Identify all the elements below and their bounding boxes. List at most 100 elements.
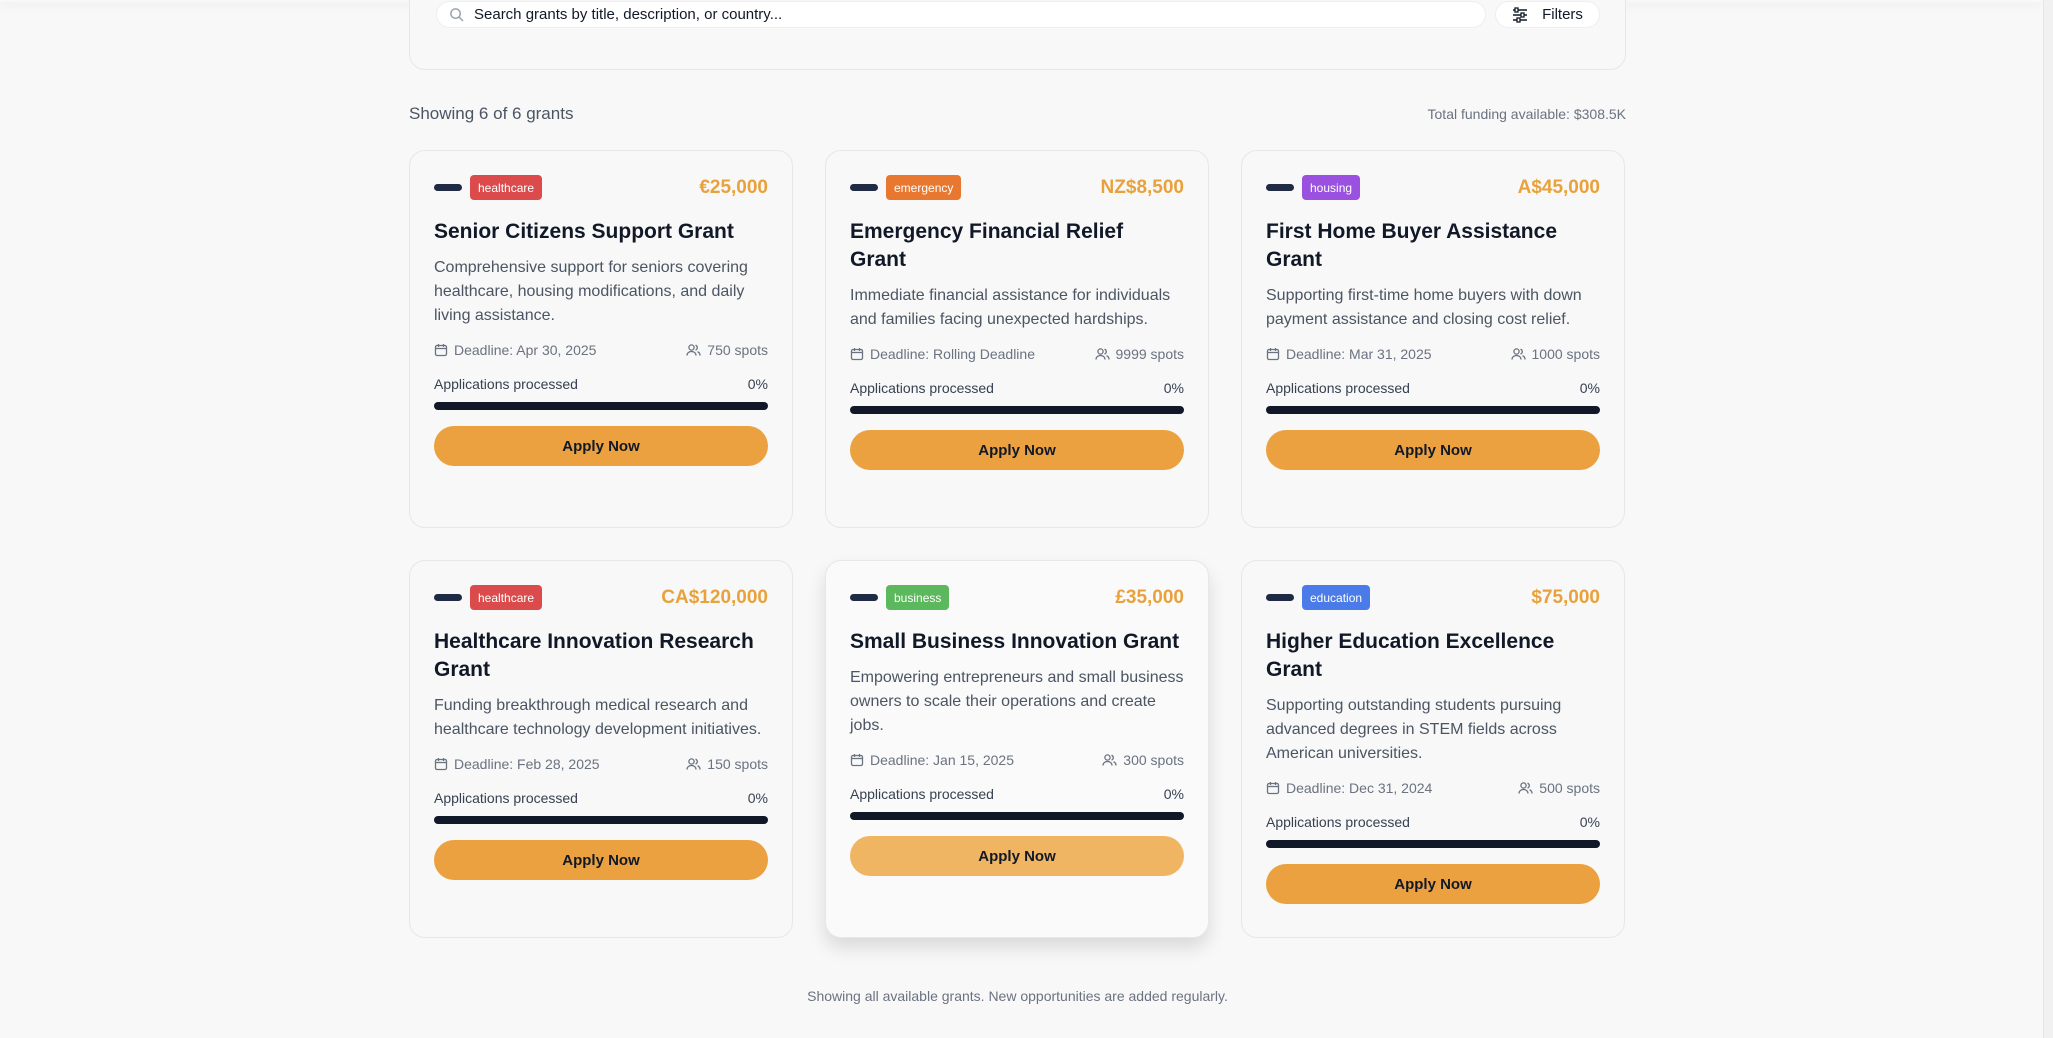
grant-title: First Home Buyer Assistance Grant: [1266, 220, 1557, 271]
calendar-icon: [434, 758, 448, 771]
search-icon: [450, 8, 464, 22]
deadline: Deadline: Feb 28, 2025: [434, 756, 600, 772]
deadline-text: Deadline: Jan 15, 2025: [870, 752, 1014, 768]
progress-value: 0%: [1163, 380, 1184, 396]
filters-button[interactable]: Filters: [1495, 1, 1600, 28]
footer-note: Showing all available grants. New opport…: [807, 988, 1228, 1004]
calendar-icon: [850, 754, 864, 767]
card-indicator: [850, 184, 878, 191]
grant-amount: A$45,000: [1517, 176, 1600, 198]
grant-amount: NZ$8,500: [1100, 176, 1184, 198]
card-indicator: [1266, 184, 1294, 191]
grant-description: Supporting first-time home buyers with d…: [1266, 287, 1582, 328]
users-icon: [1102, 754, 1117, 766]
deadline-text: Deadline: Feb 28, 2025: [454, 756, 600, 772]
progress-value: 0%: [747, 790, 768, 806]
progress-bar: [434, 402, 768, 410]
deadline: Deadline: Rolling Deadline: [850, 346, 1035, 362]
progress-value: 0%: [747, 376, 768, 392]
progress-label: Applications processed: [1266, 814, 1410, 830]
spots-text: 1000 spots: [1531, 346, 1601, 362]
spots-text: 300 spots: [1123, 752, 1184, 768]
grant-amount: CA$120,000: [661, 586, 768, 608]
spots: 150 spots: [686, 756, 768, 772]
calendar-icon: [434, 344, 448, 357]
spots-text: 9999 spots: [1115, 346, 1185, 362]
category-badge: education: [1302, 585, 1371, 610]
category-badge: housing: [1302, 175, 1361, 200]
grant-card: housing A$45,000 First Home Buyer Assist…: [1241, 150, 1625, 528]
progress-bar: [850, 812, 1184, 820]
card-indicator: [434, 594, 462, 601]
apply-now-button[interactable]: Apply Now: [1266, 430, 1600, 470]
progress-label: Applications processed: [434, 790, 578, 806]
progress-bar: [1266, 406, 1600, 414]
deadline-text: Deadline: Dec 31, 2024: [1286, 780, 1433, 796]
results-count: Showing 6 of 6 grants: [409, 104, 574, 123]
grant-title: Small Business Innovation Grant: [850, 630, 1180, 653]
grant-card: business £35,000 Small Business Innovati…: [825, 560, 1209, 938]
users-icon: [1510, 348, 1526, 360]
search-panel: Filters: [409, 0, 1626, 70]
progress-label: Applications processed: [850, 786, 994, 802]
spots: 500 spots: [1518, 780, 1600, 796]
progress-bar: [1266, 840, 1600, 848]
progress-bar: [434, 816, 768, 824]
deadline-text: Deadline: Apr 30, 2025: [454, 342, 597, 358]
deadline: Deadline: Apr 30, 2025: [434, 342, 596, 358]
search-box[interactable]: [436, 1, 1486, 28]
grant-description: Supporting outstanding students pursuing…: [1266, 697, 1562, 762]
grant-card: healthcare CA$120,000 Healthcare Innovat…: [409, 560, 793, 938]
progress-label: Applications processed: [434, 376, 578, 392]
grant-card: education $75,000 Higher Education Excel…: [1241, 560, 1625, 938]
category-badge: healthcare: [470, 175, 543, 200]
grant-card: healthcare €25,000 Senior Citizens Suppo…: [409, 150, 793, 528]
spots-text: 150 spots: [707, 756, 768, 772]
calendar-icon: [1266, 782, 1280, 795]
spots-text: 750 spots: [707, 342, 768, 358]
page-scrollbar[interactable]: [2043, 0, 2053, 1038]
deadline-text: Deadline: Mar 31, 2025: [1286, 346, 1432, 362]
deadline: Deadline: Dec 31, 2024: [1266, 780, 1432, 796]
users-icon: [686, 344, 701, 356]
apply-now-button[interactable]: Apply Now: [434, 840, 768, 880]
card-indicator: [850, 594, 878, 601]
search-input[interactable]: [474, 6, 1374, 23]
results-summary: Showing 6 of 6 grants Total funding avai…: [409, 104, 1626, 124]
grant-description: Empowering entrepreneurs and small busin…: [850, 669, 1184, 734]
apply-now-button[interactable]: Apply Now: [434, 426, 768, 466]
spots: 300 spots: [1102, 752, 1184, 768]
grant-amount: €25,000: [699, 176, 768, 198]
grant-card: emergency NZ$8,500 Emergency Financial R…: [825, 150, 1209, 528]
category-badge: business: [886, 585, 950, 610]
progress-label: Applications processed: [850, 380, 994, 396]
grant-description: Comprehensive support for seniors coveri…: [434, 259, 748, 324]
grant-description: Immediate financial assistance for indiv…: [850, 287, 1171, 328]
progress-label: Applications processed: [1266, 380, 1410, 396]
spots: 1000 spots: [1510, 346, 1601, 362]
grant-title: Emergency Financial Relief Grant: [850, 220, 1124, 271]
deadline: Deadline: Mar 31, 2025: [1266, 346, 1432, 362]
progress-bar: [850, 406, 1184, 414]
card-indicator: [1266, 594, 1294, 601]
apply-now-button[interactable]: Apply Now: [850, 836, 1184, 876]
grant-grid: healthcare €25,000 Senior Citizens Suppo…: [409, 150, 1626, 938]
grant-title: Healthcare Innovation Research Grant: [434, 630, 754, 681]
spots: 9999 spots: [1094, 346, 1185, 362]
filters-label: Filters: [1542, 6, 1583, 23]
users-icon: [1518, 782, 1533, 794]
users-icon: [686, 758, 701, 770]
spots-text: 500 spots: [1539, 780, 1600, 796]
apply-now-button[interactable]: Apply Now: [1266, 864, 1600, 904]
total-funding: Total funding available: $308.5K: [1427, 106, 1626, 122]
grant-description: Funding breakthrough medical research an…: [434, 697, 762, 738]
deadline-text: Deadline: Rolling Deadline: [870, 346, 1035, 362]
apply-now-button[interactable]: Apply Now: [850, 430, 1184, 470]
progress-value: 0%: [1163, 786, 1184, 802]
calendar-icon: [1266, 348, 1280, 361]
progress-value: 0%: [1579, 814, 1600, 830]
card-indicator: [434, 184, 462, 191]
grant-title: Senior Citizens Support Grant: [434, 220, 734, 243]
calendar-icon: [850, 348, 864, 361]
grant-amount: £35,000: [1115, 586, 1184, 608]
